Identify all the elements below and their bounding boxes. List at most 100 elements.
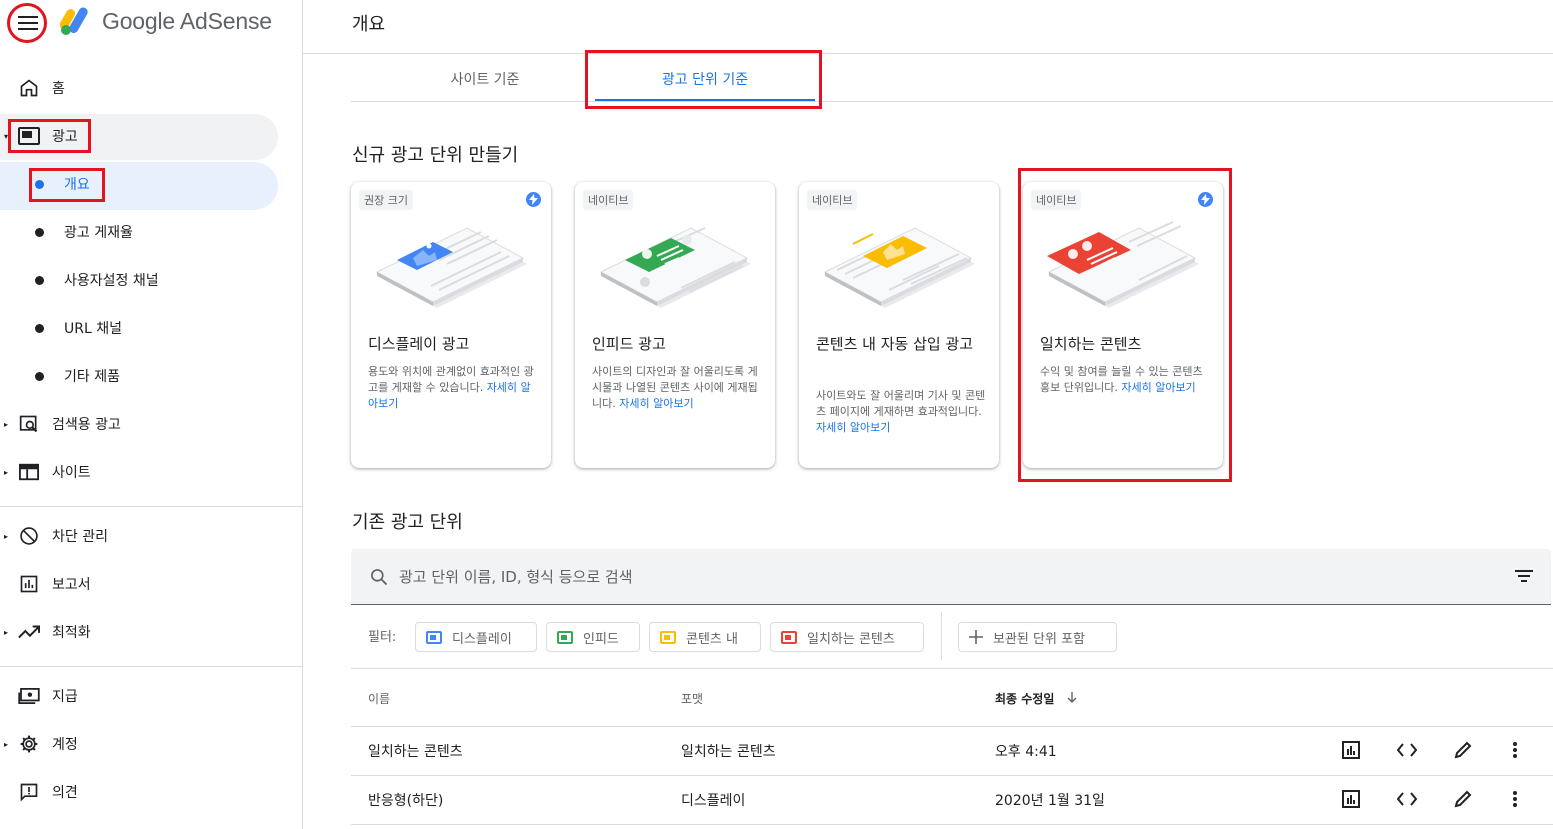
sidebar-item-sites[interactable]: ▸ 사이트 [0, 452, 302, 492]
card-description: 용도와 위치에 관계없이 효과적인 광고를 게재할 수 있습니다. 자세히 알아… [368, 365, 534, 410]
sidebar-item-blocking[interactable]: ▸ 차단 관리 [0, 516, 302, 556]
cell-last-modified: 오후 4:41 [995, 744, 1057, 760]
hamburger-icon [18, 16, 38, 30]
expand-caret-icon: ▸ [4, 467, 9, 477]
card-in-feed-ads[interactable]: 네이티브 인피드 광고 사이트의 디자인과 잘 어울리도록 게시물과 나열된 콘… [575, 182, 775, 468]
adsense-logo-icon [60, 7, 88, 35]
card-badge: 네이티브 [807, 190, 858, 210]
sidebar-divider [0, 666, 302, 667]
card-title: 일치하는 콘텐츠 [1040, 335, 1142, 353]
filter-chip-in-feed[interactable]: 인피드 [546, 622, 640, 652]
sidebar-item-label: 보고서 [52, 577, 91, 593]
cell-format: 디스플레이 [681, 793, 746, 809]
display-format-icon [426, 630, 442, 644]
ad-unit-search-bar [351, 549, 1551, 605]
reports-icon [18, 573, 40, 595]
edit-button[interactable] [1451, 738, 1475, 762]
settings-icon [18, 733, 40, 755]
report-button[interactable] [1339, 738, 1363, 762]
sidebar-sub-custom-channels[interactable]: 사용자설정 채널 [0, 260, 302, 300]
optimization-icon [18, 621, 40, 643]
sidebar-item-optimization[interactable]: ▸ 최적화 [0, 612, 302, 652]
learn-more-link[interactable]: 자세히 알아보기 [1121, 381, 1195, 394]
table-divider [351, 775, 1553, 776]
bolt-icon [1198, 192, 1213, 207]
in-feed-ad-illustration [599, 227, 751, 308]
tab-by-site[interactable]: 사이트 기준 [410, 58, 560, 100]
in-article-format-icon [660, 630, 676, 644]
filter-chip-in-article[interactable]: 콘텐츠 내 [649, 622, 761, 652]
sidebar-divider [0, 506, 302, 507]
card-in-article-ads[interactable]: 네이티브 콘텐츠 내 자동 삽입 광고 사이트와도 잘 어울리며 기사 및 콘텐… [799, 182, 999, 468]
filter-chip-display[interactable]: 디스플레이 [415, 622, 537, 652]
chip-label: 보관된 단위 포함 [993, 631, 1085, 647]
chip-label: 콘텐츠 내 [686, 631, 738, 647]
sidebar-sub-url-channels[interactable]: URL 채널 [0, 308, 302, 348]
sidebar-item-payments[interactable]: 지급 [0, 676, 302, 716]
cell-name: 일치하는 콘텐츠 [368, 744, 463, 760]
expand-caret-icon: ▸ [4, 419, 9, 429]
bullet-icon [35, 227, 44, 237]
brand-name: Google AdSense [102, 7, 272, 34]
main-menu-button[interactable] [10, 8, 46, 38]
sidebar-sub-label: URL 채널 [64, 321, 122, 337]
sidebar-item-ads[interactable]: ▾ 광고 [0, 116, 302, 156]
bar-chart-icon [1342, 741, 1360, 759]
sidebar-sub-label: 광고 게재율 [64, 225, 133, 241]
filter-chip-matched-content[interactable]: 일치하는 콘텐츠 [770, 622, 924, 652]
sidebar-item-home[interactable]: 홈 [0, 68, 302, 108]
tab-by-ad-unit[interactable]: 광고 단위 기준 [595, 58, 815, 100]
chip-label: 인피드 [583, 631, 619, 647]
sidebar-item-search-ads[interactable]: ▸ 검색용 광고 [0, 404, 302, 444]
code-icon [1397, 792, 1417, 806]
column-header-name[interactable]: 이름 [368, 690, 390, 707]
home-icon [18, 77, 40, 99]
sidebar-sub-label: 기타 제품 [64, 369, 120, 385]
column-header-format[interactable]: 포맷 [681, 690, 703, 707]
get-code-button[interactable] [1395, 787, 1419, 811]
chip-label: 일치하는 콘텐츠 [807, 631, 895, 647]
sidebar-item-reports[interactable]: 보고서 [0, 564, 302, 604]
card-matched-content[interactable]: 네이티브 일치하는 콘텐츠 수익 및 참여를 늘릴 수 있는 콘텐츠 홍보 단위… [1023, 182, 1223, 468]
sidebar-sub-label: 사용자설정 채널 [64, 273, 159, 289]
sidebar-item-label: 최적화 [52, 625, 91, 641]
expand-caret-icon: ▾ [4, 131, 9, 141]
card-title: 디스플레이 광고 [368, 335, 470, 353]
pencil-icon [1454, 741, 1472, 759]
cell-name: 반응형(하단) [368, 793, 444, 809]
filter-list-icon[interactable] [1515, 569, 1533, 583]
column-header-last-modified[interactable]: 최종 수정일 [995, 690, 1077, 707]
sidebar-item-label: 사이트 [52, 465, 91, 481]
sidebar-item-feedback[interactable]: 의견 [0, 772, 302, 812]
sidebar-sub-overview[interactable]: 개요 [0, 164, 302, 204]
tabs-divider [351, 101, 1553, 102]
add-icon [969, 630, 983, 644]
learn-more-link[interactable]: 자세히 알아보기 [619, 397, 693, 410]
matched-content-format-icon [781, 630, 797, 644]
cell-last-modified: 2020년 1월 31일 [995, 793, 1105, 809]
edit-button[interactable] [1451, 787, 1475, 811]
block-icon [18, 525, 40, 547]
card-badge: 권장 크기 [359, 190, 413, 210]
search-input[interactable] [399, 565, 1299, 589]
cell-format: 일치하는 콘텐츠 [681, 744, 776, 760]
sidebar-item-account[interactable]: ▸ 계정 [0, 724, 302, 764]
bullet-icon [35, 323, 44, 333]
column-header-label: 최종 수정일 [995, 692, 1055, 706]
sidebar-item-label: 의견 [52, 785, 78, 801]
sidebar-sub-coverage[interactable]: 광고 게재율 [0, 212, 302, 252]
adsense-logo[interactable]: Google AdSense [60, 6, 272, 36]
report-button[interactable] [1339, 787, 1363, 811]
more-options-button[interactable] [1503, 787, 1527, 811]
sidebar-sub-other-products[interactable]: 기타 제품 [0, 356, 302, 396]
learn-more-link[interactable]: 자세히 알아보기 [816, 421, 890, 434]
get-code-button[interactable] [1395, 738, 1419, 762]
table-divider [351, 726, 1553, 727]
card-display-ads[interactable]: 권장 크기 디스플레이 광고 용도와 위치에 관계없이 효과적인 광고를 게재할… [351, 182, 551, 468]
card-badge: 네이티브 [1031, 190, 1082, 210]
card-title: 콘텐츠 내 자동 삽입 광고 [816, 335, 974, 353]
filter-chip-archived[interactable]: 보관된 단위 포함 [958, 622, 1117, 652]
more-options-button[interactable] [1503, 738, 1527, 762]
page-title: 개요 [352, 14, 386, 35]
matched-content-illustration [1047, 221, 1199, 308]
